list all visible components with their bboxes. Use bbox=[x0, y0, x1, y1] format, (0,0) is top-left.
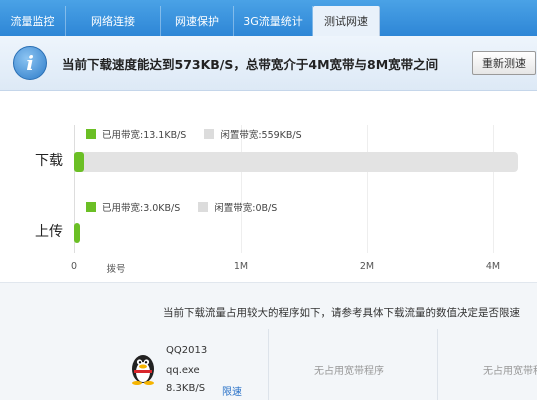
free-swatch bbox=[204, 129, 215, 139]
top-programs-panel: 当前下载流量占用较大的程序如下，请参考具体下载流量的数值决定是否限速 QQ201… bbox=[0, 282, 537, 400]
tab-traffic-monitor[interactable]: 流量监控 bbox=[0, 6, 66, 36]
used-swatch bbox=[86, 202, 96, 212]
used-swatch bbox=[86, 129, 96, 139]
tab-3g-stats[interactable]: 3G流量统计 bbox=[234, 6, 313, 36]
download-used-bar bbox=[74, 152, 84, 172]
grid-line-4m bbox=[493, 125, 494, 253]
app-name: QQ2013 bbox=[166, 345, 208, 356]
tab-speed-test[interactable]: 测试网速 bbox=[313, 6, 380, 36]
download-free-label: 闲置带宽:559KB/S bbox=[220, 130, 302, 141]
axis-tick-0: 0 bbox=[70, 261, 78, 272]
empty-slot-1: 无占用宽带程序 bbox=[314, 366, 384, 377]
download-legend: 已用带宽:13.1KB/S 闲置带宽:559KB/S bbox=[86, 127, 302, 141]
bandwidth-chart bbox=[0, 92, 537, 282]
grid-line-1m bbox=[241, 125, 242, 253]
tab-bar: 流量监控 网络连接 网速保护 3G流量统计 测试网速 bbox=[0, 0, 537, 36]
upload-used-bar bbox=[74, 223, 80, 243]
upload-legend: 已用带宽:3.0KB/S 闲置带宽:0B/S bbox=[86, 200, 277, 214]
axis-tick-4m: 4M bbox=[485, 261, 501, 272]
download-used-label: 已用带宽:13.1KB/S bbox=[102, 130, 187, 141]
qq-penguin-icon bbox=[132, 355, 154, 385]
top-programs-message: 当前下载流量占用较大的程序如下，请参考具体下载流量的数值决定是否限速 bbox=[163, 307, 520, 319]
slot-divider bbox=[268, 329, 269, 400]
download-bar-track bbox=[74, 152, 518, 172]
retest-button[interactable]: 重新测速 bbox=[472, 51, 536, 75]
tab-speed-protection[interactable]: 网速保护 bbox=[161, 6, 234, 36]
result-banner: i 当前下载速度能达到573KB/S，总带宽介于4M宽带与8M宽带之间 bbox=[0, 36, 537, 91]
info-icon: i bbox=[13, 46, 47, 80]
grid-line-2m bbox=[367, 125, 368, 253]
axis-tick-dialup: 拨号 bbox=[106, 264, 126, 275]
tab-network-connections[interactable]: 网络连接 bbox=[66, 6, 161, 36]
app-process: qq.exe bbox=[166, 365, 200, 376]
axis-tick-2m: 2M bbox=[359, 261, 375, 272]
upload-free-label: 闲置带宽:0B/S bbox=[214, 203, 278, 214]
axis-tick-1m: 1M bbox=[233, 261, 249, 272]
upload-row-label: 上传 bbox=[35, 224, 63, 240]
upload-used-label: 已用带宽:3.0KB/S bbox=[102, 203, 181, 214]
limit-speed-link[interactable]: 限速 bbox=[222, 383, 242, 398]
free-swatch bbox=[198, 202, 209, 212]
app-speed: 8.3KB/S bbox=[166, 383, 206, 394]
slot-divider bbox=[437, 329, 438, 400]
empty-slot-2: 无占用宽带程序 bbox=[483, 366, 537, 377]
download-row-label: 下载 bbox=[35, 153, 63, 169]
speed-result-message: 当前下载速度能达到573KB/S，总带宽介于4M宽带与8M宽带之间 bbox=[62, 57, 439, 72]
